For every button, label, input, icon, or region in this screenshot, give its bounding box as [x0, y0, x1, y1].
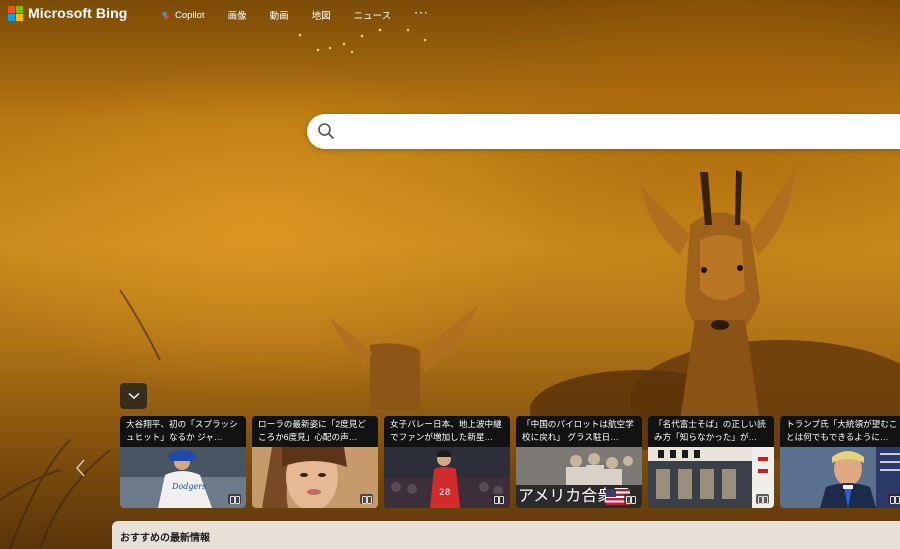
- search-box[interactable]: [307, 114, 900, 149]
- chevron-left-icon[interactable]: [74, 458, 88, 478]
- nav-item-images[interactable]: 画像: [228, 8, 247, 22]
- news-card[interactable]: 「名代富士そば」の正しい読み方「知らなかった」が…: [648, 416, 774, 508]
- top-bar: Microsoft Bing Copilot 画像 動画 地図 ニュース ···: [0, 0, 900, 28]
- read-mode-icon[interactable]: [228, 494, 241, 504]
- news-card-title: 大谷翔平、初の「スプラッシュヒット」なるか ジャ…: [120, 416, 246, 447]
- nav-item-copilot[interactable]: Copilot: [160, 10, 205, 21]
- nav-item-videos[interactable]: 動画: [270, 8, 289, 22]
- news-card-title: トランプ氏「大統領が望むことは何でもできるように…: [780, 416, 900, 447]
- recommended-section: おすすめの最新情報: [112, 521, 900, 549]
- read-mode-icon[interactable]: [360, 494, 373, 504]
- news-card-title: 「中国のパイロットは航空学校に戻れ」 グラス駐日…: [516, 416, 642, 447]
- news-card[interactable]: トランプ氏「大統領が望むことは何でもできるように…: [780, 416, 900, 508]
- svg-text:28: 28: [439, 488, 451, 498]
- news-card[interactable]: 女子バレー日本、地上波中継でファンが増加した新星… 28: [384, 416, 510, 508]
- news-card-title: ローラの最新姿に「2度見どころか6度見」心配の声…: [252, 416, 378, 447]
- read-mode-icon[interactable]: [492, 494, 505, 504]
- collapse-feed-button[interactable]: [120, 383, 147, 409]
- nav-item-news[interactable]: ニュース: [354, 8, 392, 22]
- read-mode-icon[interactable]: [756, 494, 769, 504]
- brand-name: Microsoft Bing: [28, 5, 128, 21]
- read-mode-icon[interactable]: [888, 494, 900, 504]
- news-card[interactable]: 大谷翔平、初の「スプラッシュヒット」なるか ジャ… Dodgers: [120, 416, 246, 508]
- news-card-title: 「名代富士そば」の正しい読み方「知らなかった」が…: [648, 416, 774, 447]
- bing-logo[interactable]: Microsoft Bing: [8, 5, 127, 21]
- recommended-title: おすすめの最新情報: [120, 533, 210, 544]
- news-carousel: 大谷翔平、初の「スプラッシュヒット」なるか ジャ… Dodgers ローラの最新…: [120, 416, 900, 508]
- news-card-title: 女子バレー日本、地上波中継でファンが増加した新星…: [384, 416, 510, 447]
- nav-label: 動画: [269, 11, 289, 22]
- news-card-image-text: アメリカ合衆国: [518, 486, 630, 505]
- search-input[interactable]: [345, 122, 885, 142]
- nav-label: 地図: [311, 11, 331, 22]
- microsoft-logo-icon: [8, 5, 23, 21]
- news-card[interactable]: 「中国のパイロットは航空学校に戻れ」 グラス駐日… アメリカ合衆国: [516, 416, 642, 508]
- search-icon[interactable]: [317, 122, 335, 140]
- news-card-image: [780, 447, 900, 508]
- more-menu-button[interactable]: ···: [414, 6, 428, 20]
- nav-label: ニュース: [353, 11, 392, 22]
- nav-item-maps[interactable]: 地図: [312, 8, 331, 22]
- nav-label: Copilot: [175, 9, 205, 21]
- nav-label: 画像: [227, 11, 247, 22]
- copilot-icon: [161, 11, 170, 19]
- news-card[interactable]: ローラの最新姿に「2度見どころか6度見」心配の声…: [252, 416, 378, 508]
- svg-text:Dodgers: Dodgers: [171, 482, 206, 491]
- read-mode-icon[interactable]: [624, 494, 637, 504]
- chevron-down-icon: [127, 392, 140, 400]
- top-nav: Copilot 画像 動画 地図 ニュース ···: [160, 6, 429, 22]
